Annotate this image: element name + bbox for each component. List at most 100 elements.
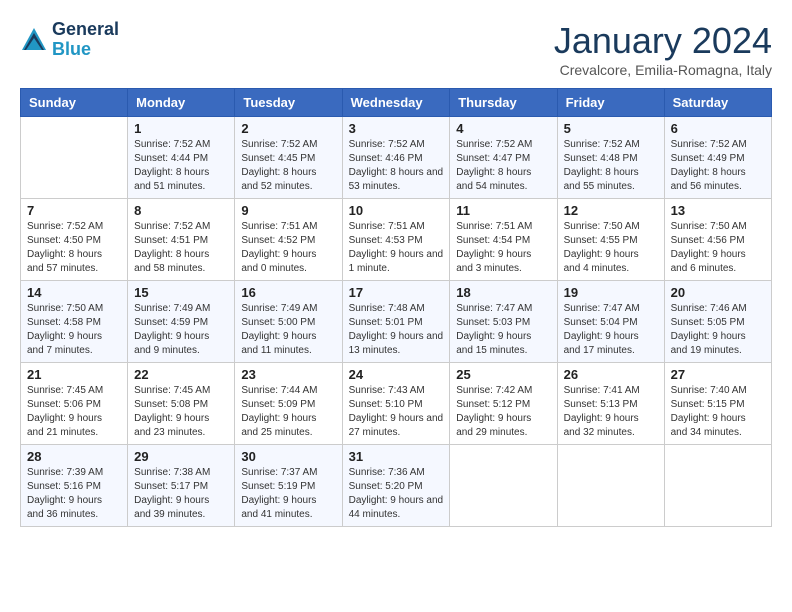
- day-number: 13: [671, 203, 765, 218]
- day-info: Sunrise: 7:50 AMSunset: 4:58 PMDaylight:…: [27, 302, 121, 358]
- day-number: 24: [349, 367, 444, 382]
- weekday-header-friday: Friday: [557, 89, 664, 117]
- calendar-cell: 6 Sunrise: 7:52 AMSunset: 4:49 PMDaylight…: [664, 117, 771, 199]
- day-info: Sunrise: 7:48 AMSunset: 5:01 PMDaylight:…: [349, 302, 444, 358]
- calendar-cell: 30 Sunrise: 7:37 AMSunset: 5:19 PMDayligh…: [235, 445, 342, 527]
- day-info: Sunrise: 7:42 AMSunset: 5:12 PMDaylight:…: [456, 384, 550, 440]
- day-info: Sunrise: 7:39 AMSunset: 5:16 PMDaylight:…: [27, 466, 121, 522]
- calendar-cell: [450, 445, 557, 527]
- calendar-cell: [664, 445, 771, 527]
- calendar-cell: 1 Sunrise: 7:52 AMSunset: 4:44 PMDaylight…: [128, 117, 235, 199]
- day-info: Sunrise: 7:52 AMSunset: 4:49 PMDaylight:…: [671, 138, 765, 194]
- calendar-cell: 16 Sunrise: 7:49 AMSunset: 5:00 PMDayligh…: [235, 281, 342, 363]
- calendar-table: SundayMondayTuesdayWednesdayThursdayFrid…: [20, 88, 772, 527]
- day-number: 5: [564, 121, 658, 136]
- calendar-week-5: 28 Sunrise: 7:39 AMSunset: 5:16 PMDayligh…: [21, 445, 772, 527]
- day-info: Sunrise: 7:41 AMSunset: 5:13 PMDaylight:…: [564, 384, 658, 440]
- day-number: 14: [27, 285, 121, 300]
- calendar-cell: 12Sunrise: 7:50 AMSunset: 4:55 PMDayligh…: [557, 199, 664, 281]
- calendar-cell: 8 Sunrise: 7:52 AMSunset: 4:51 PMDaylight…: [128, 199, 235, 281]
- day-info: Sunrise: 7:45 AMSunset: 5:08 PMDaylight:…: [134, 384, 228, 440]
- day-number: 20: [671, 285, 765, 300]
- day-info: Sunrise: 7:52 AMSunset: 4:47 PMDaylight:…: [456, 138, 550, 194]
- weekday-header-row: SundayMondayTuesdayWednesdayThursdayFrid…: [21, 89, 772, 117]
- calendar-cell: 15 Sunrise: 7:49 AMSunset: 4:59 PMDayligh…: [128, 281, 235, 363]
- day-number: 1: [134, 121, 228, 136]
- day-number: 11: [456, 203, 550, 218]
- calendar-cell: 4 Sunrise: 7:52 AMSunset: 4:47 PMDaylight…: [450, 117, 557, 199]
- day-info: Sunrise: 7:47 AMSunset: 5:04 PMDaylight:…: [564, 302, 658, 358]
- day-info: Sunrise: 7:52 AMSunset: 4:50 PMDaylight:…: [27, 220, 121, 276]
- day-info: Sunrise: 7:38 AMSunset: 5:17 PMDaylight:…: [134, 466, 228, 522]
- weekday-header-sunday: Sunday: [21, 89, 128, 117]
- day-number: 17: [349, 285, 444, 300]
- day-info: Sunrise: 7:49 AMSunset: 5:00 PMDaylight:…: [241, 302, 335, 358]
- logo: General Blue: [20, 20, 119, 60]
- day-number: 29: [134, 449, 228, 464]
- day-info: Sunrise: 7:49 AMSunset: 4:59 PMDaylight:…: [134, 302, 228, 358]
- day-number: 26: [564, 367, 658, 382]
- day-number: 2: [241, 121, 335, 136]
- calendar-cell: 19Sunrise: 7:47 AMSunset: 5:04 PMDayligh…: [557, 281, 664, 363]
- calendar-cell: 27 Sunrise: 7:40 AMSunset: 5:15 PMDayligh…: [664, 363, 771, 445]
- calendar-cell: 31 Sunrise: 7:36 AMSunset: 5:20 PMDayligh…: [342, 445, 450, 527]
- calendar-cell: 20 Sunrise: 7:46 AMSunset: 5:05 PMDayligh…: [664, 281, 771, 363]
- day-info: Sunrise: 7:40 AMSunset: 5:15 PMDaylight:…: [671, 384, 765, 440]
- calendar-week-4: 21 Sunrise: 7:45 AMSunset: 5:06 PMDayligh…: [21, 363, 772, 445]
- day-number: 15: [134, 285, 228, 300]
- day-info: Sunrise: 7:36 AMSunset: 5:20 PMDaylight:…: [349, 466, 444, 522]
- calendar-cell: 2 Sunrise: 7:52 AMSunset: 4:45 PMDaylight…: [235, 117, 342, 199]
- day-info: Sunrise: 7:43 AMSunset: 5:10 PMDaylight:…: [349, 384, 444, 440]
- day-info: Sunrise: 7:52 AMSunset: 4:51 PMDaylight:…: [134, 220, 228, 276]
- day-number: 16: [241, 285, 335, 300]
- day-info: Sunrise: 7:51 AMSunset: 4:54 PMDaylight:…: [456, 220, 550, 276]
- day-info: Sunrise: 7:45 AMSunset: 5:06 PMDaylight:…: [27, 384, 121, 440]
- day-number: 10: [349, 203, 444, 218]
- calendar-cell: 29 Sunrise: 7:38 AMSunset: 5:17 PMDayligh…: [128, 445, 235, 527]
- day-info: Sunrise: 7:52 AMSunset: 4:44 PMDaylight:…: [134, 138, 228, 194]
- day-number: 6: [671, 121, 765, 136]
- calendar-subtitle: Crevalcore, Emilia-Romagna, Italy: [554, 62, 772, 78]
- day-info: Sunrise: 7:52 AMSunset: 4:46 PMDaylight:…: [349, 138, 444, 194]
- day-info: Sunrise: 7:47 AMSunset: 5:03 PMDaylight:…: [456, 302, 550, 358]
- calendar-cell: 21 Sunrise: 7:45 AMSunset: 5:06 PMDayligh…: [21, 363, 128, 445]
- day-number: 23: [241, 367, 335, 382]
- day-number: 28: [27, 449, 121, 464]
- day-number: 7: [27, 203, 121, 218]
- weekday-header-thursday: Thursday: [450, 89, 557, 117]
- day-number: 4: [456, 121, 550, 136]
- day-number: 22: [134, 367, 228, 382]
- day-number: 18: [456, 285, 550, 300]
- calendar-cell: 11 Sunrise: 7:51 AMSunset: 4:54 PMDayligh…: [450, 199, 557, 281]
- day-info: Sunrise: 7:44 AMSunset: 5:09 PMDaylight:…: [241, 384, 335, 440]
- calendar-cell: 7 Sunrise: 7:52 AMSunset: 4:50 PMDaylight…: [21, 199, 128, 281]
- weekday-header-tuesday: Tuesday: [235, 89, 342, 117]
- day-number: 27: [671, 367, 765, 382]
- calendar-cell: 5 Sunrise: 7:52 AMSunset: 4:48 PMDaylight…: [557, 117, 664, 199]
- day-info: Sunrise: 7:46 AMSunset: 5:05 PMDaylight:…: [671, 302, 765, 358]
- day-number: 8: [134, 203, 228, 218]
- calendar-week-2: 7 Sunrise: 7:52 AMSunset: 4:50 PMDaylight…: [21, 199, 772, 281]
- calendar-cell: 28 Sunrise: 7:39 AMSunset: 5:16 PMDayligh…: [21, 445, 128, 527]
- calendar-cell: 14 Sunrise: 7:50 AMSunset: 4:58 PMDayligh…: [21, 281, 128, 363]
- day-info: Sunrise: 7:52 AMSunset: 4:45 PMDaylight:…: [241, 138, 335, 194]
- calendar-cell: 24 Sunrise: 7:43 AMSunset: 5:10 PMDayligh…: [342, 363, 450, 445]
- day-number: 21: [27, 367, 121, 382]
- day-info: Sunrise: 7:51 AMSunset: 4:52 PMDaylight:…: [241, 220, 335, 276]
- day-number: 31: [349, 449, 444, 464]
- calendar-cell: 18 Sunrise: 7:47 AMSunset: 5:03 PMDayligh…: [450, 281, 557, 363]
- calendar-cell: 22 Sunrise: 7:45 AMSunset: 5:08 PMDayligh…: [128, 363, 235, 445]
- day-info: Sunrise: 7:51 AMSunset: 4:53 PMDaylight:…: [349, 220, 444, 276]
- calendar-cell: 17 Sunrise: 7:48 AMSunset: 5:01 PMDayligh…: [342, 281, 450, 363]
- day-info: Sunrise: 7:37 AMSunset: 5:19 PMDaylight:…: [241, 466, 335, 522]
- calendar-week-3: 14 Sunrise: 7:50 AMSunset: 4:58 PMDayligh…: [21, 281, 772, 363]
- day-number: 25: [456, 367, 550, 382]
- calendar-cell: [557, 445, 664, 527]
- day-info: Sunrise: 7:52 AMSunset: 4:48 PMDaylight:…: [564, 138, 658, 194]
- weekday-header-wednesday: Wednesday: [342, 89, 450, 117]
- day-info: Sunrise: 7:50 AMSunset: 4:55 PMDaylight:…: [564, 220, 658, 276]
- day-number: 30: [241, 449, 335, 464]
- day-number: 3: [349, 121, 444, 136]
- calendar-cell: 3 Sunrise: 7:52 AMSunset: 4:46 PMDaylight…: [342, 117, 450, 199]
- weekday-header-monday: Monday: [128, 89, 235, 117]
